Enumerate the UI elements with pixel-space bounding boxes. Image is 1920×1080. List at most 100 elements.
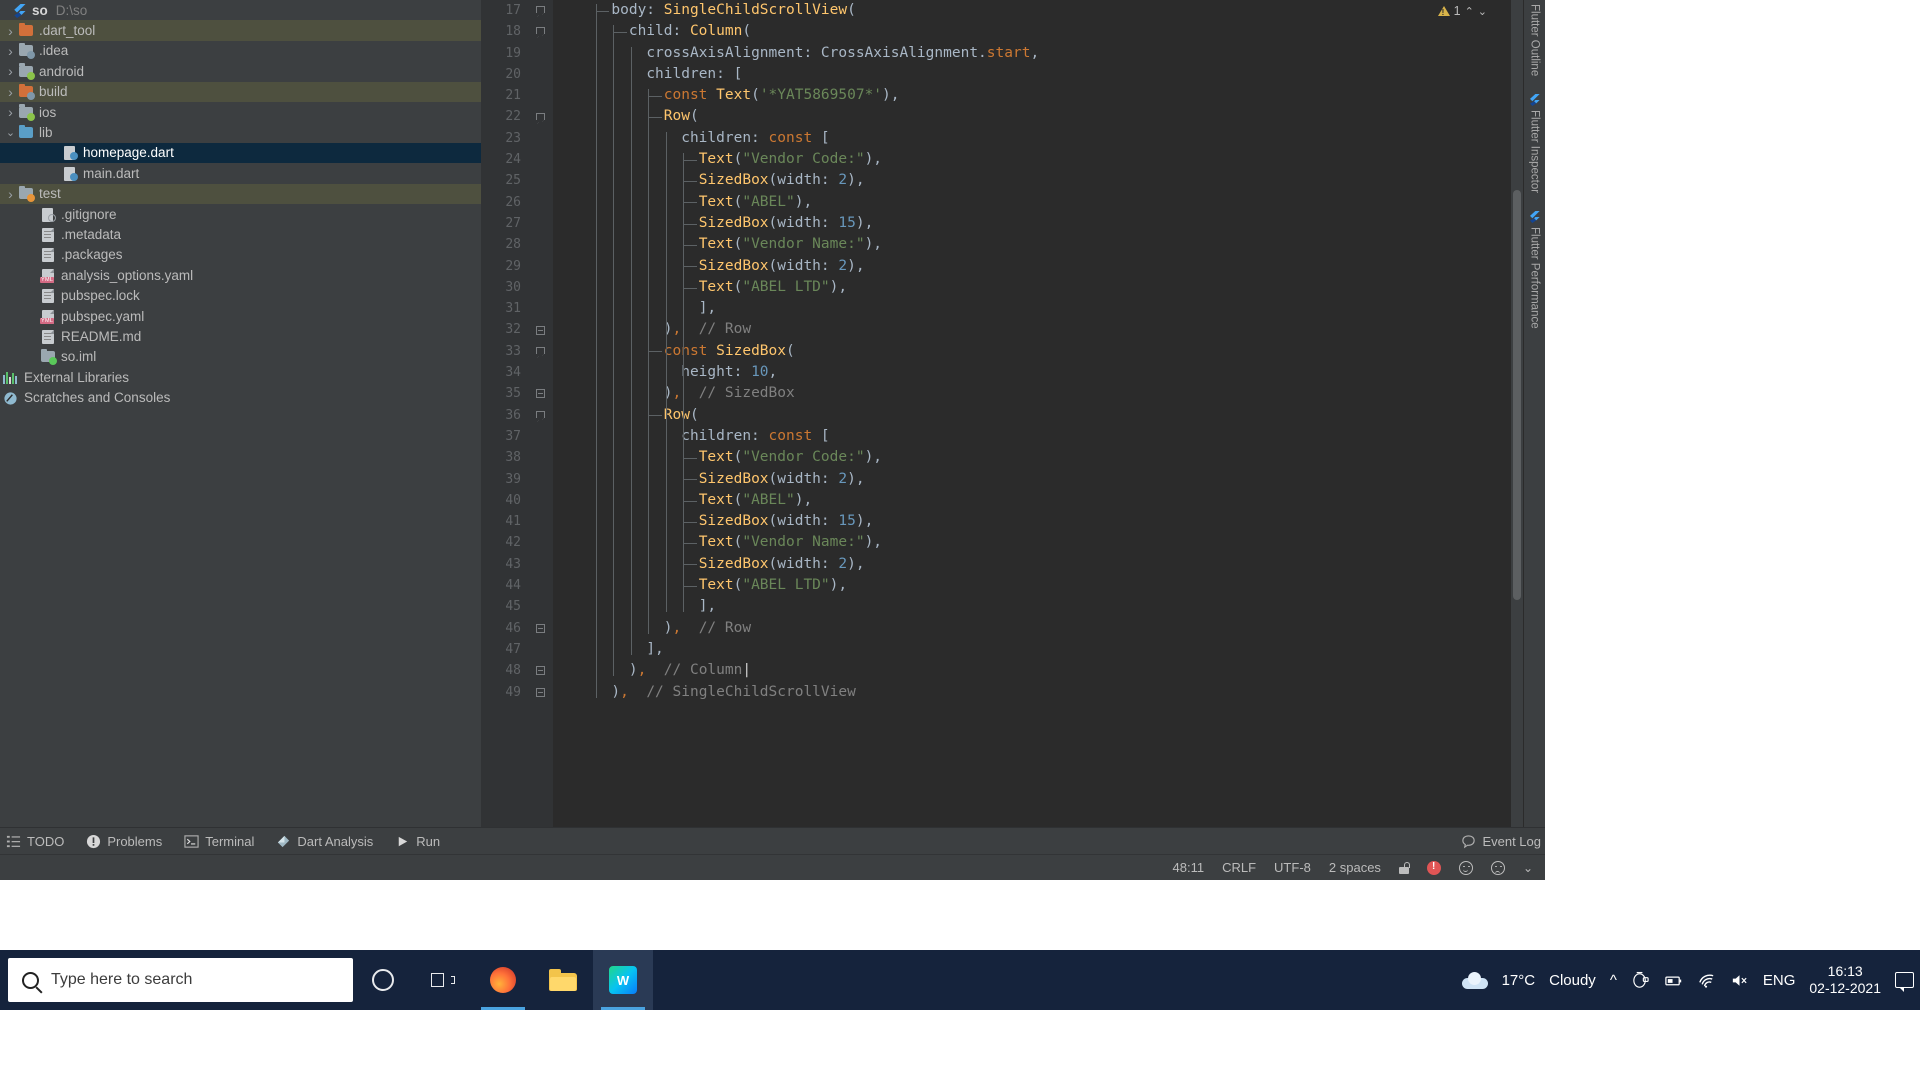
- code-line[interactable]: Text("Vendor Code:"),: [553, 447, 1523, 468]
- tab-flutter-inspector[interactable]: Flutter Inspector: [1529, 94, 1541, 193]
- chevron-right-icon[interactable]: ›: [4, 84, 17, 100]
- file-encoding[interactable]: UTF-8: [1274, 860, 1311, 875]
- tree-item-android[interactable]: › android: [0, 61, 481, 81]
- fold-expand-icon[interactable]: [536, 325, 545, 335]
- tool-button-terminal[interactable]: Terminal: [184, 834, 254, 849]
- project-root-row[interactable]: so D:\so: [0, 0, 481, 20]
- weather-temperature[interactable]: 17°C: [1502, 972, 1536, 989]
- tree-item-analysis-options-yaml[interactable]: YML analysis_options.yaml: [0, 265, 481, 285]
- inspection-widget[interactable]: 1 ⌃ ⌄: [1437, 4, 1487, 18]
- tree-item-scratches-and-consoles[interactable]: Scratches and Consoles: [0, 387, 481, 407]
- code-line[interactable]: body: SingleChildScrollView(: [553, 0, 1523, 21]
- tree-item--dart-tool[interactable]: › .dart_tool: [0, 20, 481, 41]
- tree-item-build[interactable]: › build: [0, 81, 481, 102]
- code-line[interactable]: const SizedBox(: [553, 341, 1523, 362]
- cortana-button[interactable]: [353, 950, 413, 1010]
- chevron-up-icon[interactable]: ^: [1610, 972, 1617, 989]
- right-tool-strip[interactable]: Flutter Outline Flutter Inspector Flutte…: [1523, 0, 1545, 827]
- line-separator[interactable]: CRLF: [1222, 860, 1256, 875]
- chevron-down-icon[interactable]: ⌄: [1478, 5, 1487, 18]
- code-line[interactable]: children: const [: [553, 426, 1523, 447]
- tree-item-readme-md[interactable]: README.md: [0, 326, 481, 346]
- notification-speech-icon[interactable]: [1895, 972, 1914, 992]
- tree-item-lib[interactable]: ⌄ lib: [0, 122, 481, 142]
- tree-item-test[interactable]: › test: [0, 183, 481, 204]
- indent-setting[interactable]: 2 spaces: [1329, 860, 1381, 875]
- code-line[interactable]: Text("Vendor Code:"),: [553, 149, 1523, 170]
- taskbar-clock[interactable]: 16:13 02-12-2021: [1809, 963, 1881, 997]
- code-line[interactable]: Text("ABEL LTD"),: [553, 277, 1523, 298]
- tree-item-main-dart[interactable]: main.dart: [0, 163, 481, 183]
- code-line[interactable]: children: [: [553, 64, 1523, 85]
- code-line[interactable]: ],: [553, 298, 1523, 319]
- editor-gutter[interactable]: 17 18 19 20 21 22 23 24 25 26 27 28 29 30 31 32 33 34 35 36…: [481, 0, 553, 827]
- code-line[interactable]: Text("Vendor Name:"),: [553, 532, 1523, 553]
- tool-button-run[interactable]: Run: [395, 834, 440, 849]
- project-tree[interactable]: › .dart_tool › .idea › android › build › ios ⌄ lib h…: [0, 20, 481, 407]
- weather-condition[interactable]: Cloudy: [1549, 972, 1596, 989]
- tool-button-problems[interactable]: Problems: [86, 834, 162, 849]
- firefox-button[interactable]: [473, 950, 533, 1010]
- code-line[interactable]: Text("Vendor Name:"),: [553, 234, 1523, 255]
- code-text-area[interactable]: body: SingleChildScrollView( child: Colu…: [553, 0, 1523, 827]
- taskbar-search-box[interactable]: Type here to search: [8, 958, 353, 1002]
- tree-item-ios[interactable]: › ios: [0, 102, 481, 122]
- code-line[interactable]: crossAxisAlignment: CrossAxisAlignment.s…: [553, 43, 1523, 64]
- fold-collapse-icon[interactable]: [536, 112, 545, 124]
- tree-item-pubspec-yaml[interactable]: YML pubspec.yaml: [0, 306, 481, 326]
- code-line[interactable]: Row(: [553, 405, 1523, 426]
- tree-item--packages[interactable]: .packages: [0, 245, 481, 265]
- code-line[interactable]: SizedBox(width: 15),: [553, 213, 1523, 234]
- wifi-icon[interactable]: [1697, 971, 1716, 990]
- chevron-right-icon[interactable]: ›: [4, 186, 17, 202]
- fold-collapse-icon[interactable]: [536, 410, 545, 422]
- caret-position[interactable]: 48:11: [1173, 860, 1205, 875]
- code-line[interactable]: SizedBox(width: 2),: [553, 170, 1523, 191]
- code-lines[interactable]: body: SingleChildScrollView( child: Colu…: [553, 0, 1523, 703]
- task-view-button[interactable]: [413, 950, 473, 1010]
- code-line[interactable]: ), // Row: [553, 319, 1523, 340]
- tree-item-pubspec-lock[interactable]: pubspec.lock: [0, 285, 481, 305]
- code-editor[interactable]: 17 18 19 20 21 22 23 24 25 26 27 28 29 30 31 32 33 34 35 36…: [481, 0, 1523, 827]
- chevron-down-icon[interactable]: ⌄: [4, 126, 17, 139]
- code-line[interactable]: Text("ABEL LTD"),: [553, 575, 1523, 596]
- tree-item-so-iml[interactable]: so.iml: [0, 347, 481, 367]
- code-line[interactable]: SizedBox(width: 15),: [553, 511, 1523, 532]
- fold-collapse-icon[interactable]: [536, 27, 545, 39]
- code-line[interactable]: ],: [553, 639, 1523, 660]
- tree-item--metadata[interactable]: .metadata: [0, 224, 481, 244]
- tool-button-dart-analysis[interactable]: Dart Analysis: [276, 834, 373, 849]
- editor-scrollbar[interactable]: [1511, 0, 1523, 827]
- code-line[interactable]: SizedBox(width: 2),: [553, 256, 1523, 277]
- tree-item-external-libraries[interactable]: External Libraries: [0, 367, 481, 387]
- happy-face-icon[interactable]: [1458, 860, 1473, 875]
- project-tool-window[interactable]: so D:\so › .dart_tool › .idea › android › build…: [0, 0, 481, 827]
- fold-expand-icon[interactable]: [536, 389, 545, 399]
- code-line[interactable]: child: Column(: [553, 21, 1523, 42]
- tab-flutter-performance[interactable]: Flutter Performance: [1529, 211, 1541, 329]
- code-line[interactable]: Text("ABEL"),: [553, 192, 1523, 213]
- screen-share-icon[interactable]: [1631, 971, 1650, 990]
- code-folding-column[interactable]: [527, 0, 553, 827]
- unlocked-padlock-icon[interactable]: [1398, 861, 1410, 874]
- chevron-down-icon[interactable]: ⌄: [1523, 861, 1533, 875]
- input-language[interactable]: ENG: [1763, 972, 1796, 989]
- tool-window-bar[interactable]: TODO Problems Terminal Dart Analysis Run: [0, 827, 1545, 854]
- tree-item--idea[interactable]: › .idea: [0, 41, 481, 61]
- code-line[interactable]: ), // Row: [553, 618, 1523, 639]
- fold-expand-icon[interactable]: [536, 623, 545, 633]
- battery-icon[interactable]: [1664, 971, 1683, 990]
- code-line[interactable]: Row(: [553, 106, 1523, 127]
- chevron-right-icon[interactable]: ›: [4, 23, 17, 39]
- tree-item-homepage-dart[interactable]: homepage.dart: [0, 142, 481, 164]
- fold-expand-icon[interactable]: [536, 687, 545, 697]
- sad-face-icon[interactable]: [1490, 860, 1505, 875]
- code-line[interactable]: const Text('*YAT5869507*'),: [553, 85, 1523, 106]
- fold-collapse-icon[interactable]: [536, 346, 545, 358]
- chevron-right-icon[interactable]: ›: [4, 63, 17, 79]
- status-bar[interactable]: 48:11 CRLF UTF-8 2 spaces ⌄: [0, 854, 1545, 880]
- event-log-button[interactable]: Event Log: [1461, 834, 1541, 849]
- code-line[interactable]: ],: [553, 596, 1523, 617]
- code-line[interactable]: SizedBox(width: 2),: [553, 469, 1523, 490]
- code-line[interactable]: ), // Column|: [553, 660, 1523, 681]
